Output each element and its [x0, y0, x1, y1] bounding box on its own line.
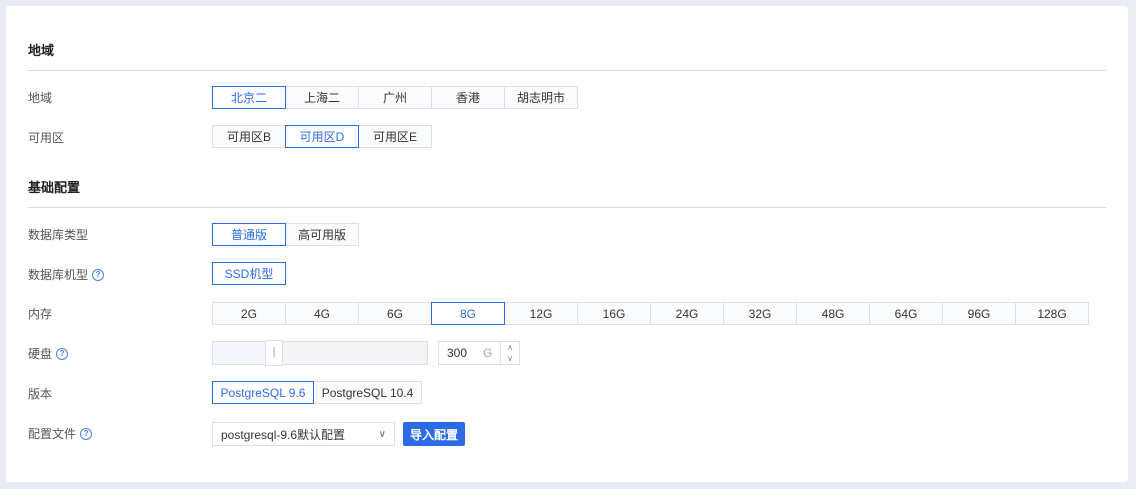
chevron-down-icon[interactable]: ∨	[501, 353, 519, 364]
memory-option[interactable]: 48G	[796, 302, 870, 325]
db-type-option-standard[interactable]: 普通版	[212, 223, 286, 246]
help-icon[interactable]: ?	[80, 428, 93, 440]
memory-option[interactable]: 128G	[1015, 302, 1089, 325]
region-label: 地域	[28, 86, 52, 110]
zone-selector: 可用区B 可用区D 可用区E	[212, 125, 432, 148]
version-option-10-4[interactable]: PostgreSQL 10.4	[313, 381, 422, 404]
section-title-basic: 基础配置	[28, 180, 81, 195]
disk-label: 硬盘?	[28, 342, 69, 366]
chevron-up-icon[interactable]: ∧	[501, 342, 519, 353]
region-option-beijing2[interactable]: 北京二	[212, 86, 286, 109]
zone-option-e[interactable]: 可用区E	[358, 125, 432, 148]
section-title-region: 地域	[28, 43, 55, 58]
db-type-label: 数据库类型	[28, 223, 88, 247]
zone-label-text: 可用区	[28, 131, 65, 145]
help-icon[interactable]: ?	[56, 348, 69, 360]
disk-size-value[interactable]: 300	[447, 346, 477, 360]
version-selector: PostgreSQL 9.6 PostgreSQL 10.4	[212, 381, 422, 404]
help-icon[interactable]: ?	[92, 269, 105, 281]
disk-size-input[interactable]: 300 G ∧ ∨	[438, 341, 520, 365]
memory-option[interactable]: 12G	[504, 302, 578, 325]
version-label: 版本	[28, 382, 52, 406]
memory-selector: 2G 4G 6G 8G 12G 16G 24G 32G 48G 64G 96G …	[212, 302, 1089, 325]
import-config-button[interactable]: 导入配置	[403, 422, 465, 446]
memory-option[interactable]: 6G	[358, 302, 432, 325]
region-label-text: 地域	[28, 91, 53, 105]
chevron-down-icon: ∨	[378, 428, 386, 440]
disk-slider-fill	[213, 342, 269, 364]
disk-slider[interactable]: |	[212, 340, 428, 366]
divider	[28, 207, 1106, 208]
db-type-selector: 普通版 高可用版	[212, 223, 359, 246]
memory-option[interactable]: 32G	[723, 302, 797, 325]
version-option-9-6[interactable]: PostgreSQL 9.6	[212, 381, 314, 404]
region-option-guangzhou[interactable]: 广州	[358, 86, 432, 109]
memory-option[interactable]: 96G	[942, 302, 1016, 325]
zone-option-d[interactable]: 可用区D	[285, 125, 359, 148]
version-label-text: 版本	[28, 387, 53, 401]
config-label: 配置文件?	[28, 422, 93, 446]
zone-label: 可用区	[28, 126, 64, 150]
machine-selector: SSD机型	[212, 262, 286, 285]
memory-option[interactable]: 16G	[577, 302, 651, 325]
memory-label-text: 内存	[28, 307, 53, 321]
config-label-text: 配置文件	[28, 427, 77, 441]
config-card: 地域 地域 北京二 上海二 广州 香港 胡志明市 可用区 可用区B 可用区D 可…	[6, 6, 1128, 482]
db-type-option-ha[interactable]: 高可用版	[285, 223, 359, 246]
config-file-select[interactable]: postgresql-9.6默认配置 ∨	[212, 422, 395, 446]
region-option-shanghai2[interactable]: 上海二	[285, 86, 359, 109]
db-type-label-text: 数据库类型	[28, 228, 89, 242]
region-option-hongkong[interactable]: 香港	[431, 86, 505, 109]
disk-size-stepper: ∧ ∨	[500, 342, 519, 364]
machine-label: 数据库机型?	[28, 263, 105, 287]
machine-label-text: 数据库机型	[28, 268, 89, 282]
memory-option[interactable]: 4G	[285, 302, 359, 325]
disk-slider-handle[interactable]: |	[265, 340, 283, 366]
memory-option-selected[interactable]: 8G	[431, 302, 505, 325]
zone-option-b[interactable]: 可用区B	[212, 125, 286, 148]
machine-option-ssd[interactable]: SSD机型	[212, 262, 286, 285]
divider	[28, 70, 1106, 71]
region-option-hochiminh[interactable]: 胡志明市	[504, 86, 578, 109]
disk-size-unit: G	[483, 346, 493, 360]
memory-option[interactable]: 2G	[212, 302, 286, 325]
region-selector: 北京二 上海二 广州 香港 胡志明市	[212, 86, 578, 109]
memory-option[interactable]: 64G	[869, 302, 943, 325]
disk-label-text: 硬盘	[28, 347, 53, 361]
memory-label: 内存	[28, 302, 52, 326]
memory-option[interactable]: 24G	[650, 302, 724, 325]
config-file-selected: postgresql-9.6默认配置	[221, 427, 346, 442]
